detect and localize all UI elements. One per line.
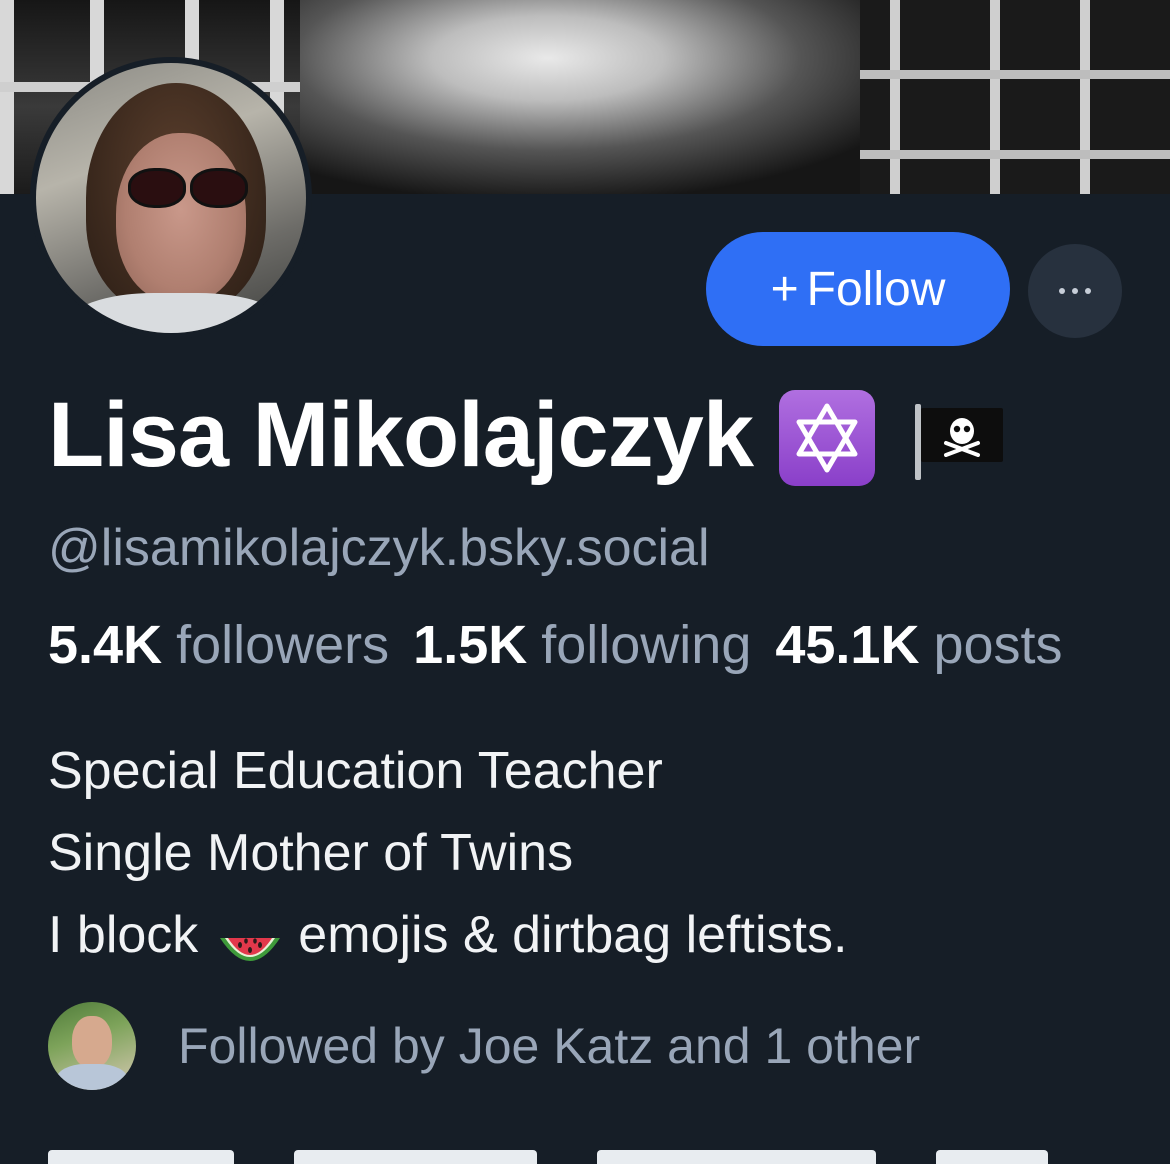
display-name-text: Lisa Mikolajczyk (48, 383, 754, 486)
posts-stat: 45.1K posts (775, 615, 1062, 675)
followed-by-text: Followed by Joe Katz and 1 other (178, 1018, 921, 1074)
follow-button[interactable]: + Follow (706, 232, 1010, 346)
followers-stat[interactable]: 5.4K followers (48, 615, 389, 675)
cut-off-text-row (48, 1150, 1048, 1164)
followers-count: 5.4K (48, 615, 163, 675)
profile-handle: @lisamikolajczyk.bsky.social (48, 519, 710, 577)
bio-line-3: I block emojis & dirtbag leftists. (48, 906, 848, 964)
posts-count: 45.1K (775, 615, 920, 675)
profile-bio: Special Education Teacher Single Mother … (48, 730, 847, 976)
ellipsis-icon (1059, 288, 1091, 294)
following-label: following (541, 615, 752, 675)
follow-label: Follow (806, 262, 946, 316)
watermelon-icon (216, 914, 284, 962)
profile-avatar[interactable] (30, 57, 312, 339)
more-options-button[interactable] (1028, 244, 1122, 338)
bio-line-1: Special Education Teacher (48, 742, 663, 800)
followed-by[interactable]: Followed by Joe Katz and 1 other (48, 1002, 920, 1090)
pirate-flag-icon (913, 402, 1007, 482)
profile-stats: 5.4K followers 1.5K following 45.1K posts (48, 614, 1170, 676)
followers-label: followers (176, 615, 390, 675)
plus-icon: + (770, 262, 799, 316)
display-name: Lisa Mikolajczyk (48, 380, 1007, 490)
profile-page: + Follow Lisa Mikolajczyk @lisamikolajcz… (0, 0, 1170, 1164)
star-of-david-icon (779, 390, 875, 486)
following-stat[interactable]: 1.5K following (413, 615, 751, 675)
bio-line-2: Single Mother of Twins (48, 824, 574, 882)
posts-label: posts (933, 615, 1063, 675)
follower-avatar (48, 1002, 136, 1090)
following-count: 1.5K (413, 615, 528, 675)
